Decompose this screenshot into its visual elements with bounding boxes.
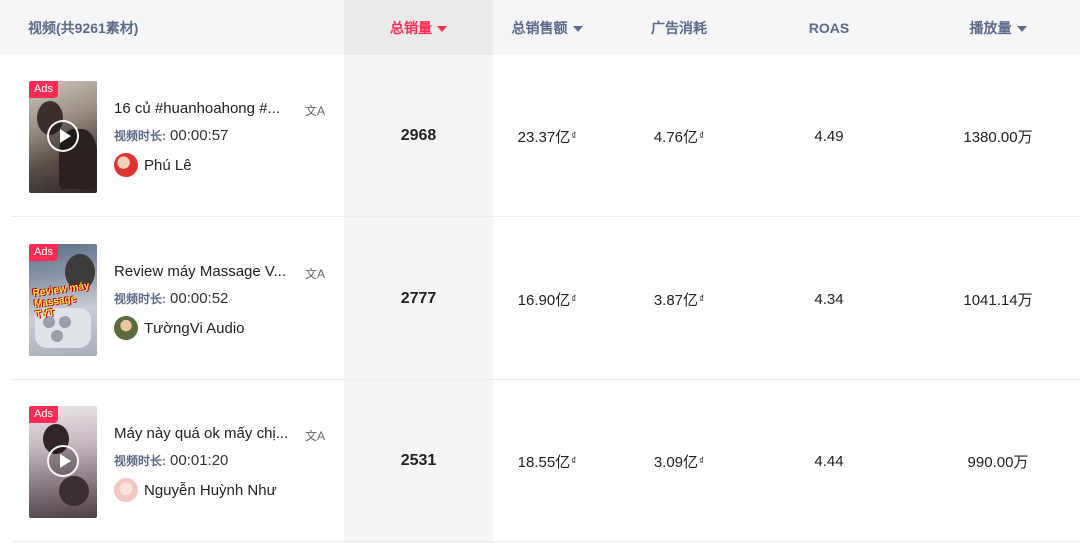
duration-value: 00:00:57 [170, 127, 229, 144]
translate-icon[interactable]: 文A [305, 427, 325, 444]
header-roas-label: ROAS [808, 19, 850, 36]
avatar [114, 478, 138, 502]
ad-spend-cell: 4.76亿 ₫ [625, 55, 733, 217]
header-video-label: 视频(共9261素材) [28, 19, 139, 36]
table-row[interactable]: Ads Review máy Massage TYT Review máy Ma… [0, 218, 1080, 380]
video-title[interactable]: Review máy Massage V... [114, 263, 289, 280]
translate-icon[interactable]: 文A [305, 265, 325, 282]
video-thumbnail[interactable]: Ads [29, 81, 97, 193]
author[interactable]: Nguyễn Huỳnh Như [114, 478, 277, 502]
header-roas: ROAS [775, 0, 883, 55]
revenue-value: 23.37亿 [517, 128, 571, 146]
duration-value: 00:01:20 [170, 452, 229, 469]
dong-currency: ₫ [571, 130, 577, 142]
video-title[interactable]: 16 củ #huanhoahong #... [114, 100, 289, 117]
header-video-count: 视频(共9261素材) [28, 0, 138, 55]
header-ad-spend: 广告消耗 [625, 0, 733, 55]
video-duration: 视频时长: 00:01:20 [114, 452, 228, 469]
play-icon[interactable] [47, 445, 79, 477]
revenue-value: 18.55亿 [517, 453, 571, 471]
ad-spend-value: 3.09亿 [653, 453, 699, 471]
roas-cell: 4.34 [814, 290, 844, 308]
ad-spend-cell: 3.87亿 ₫ [625, 218, 733, 380]
video-thumbnail[interactable]: Ads Review máy Massage TYT [29, 244, 97, 356]
duration-value: 00:00:52 [170, 290, 229, 307]
header-total-sales-label: 总销量 [390, 19, 432, 36]
author-name: TườngVi Audio [144, 319, 245, 337]
video-title[interactable]: Máy này quá ok mấy chị... [114, 425, 289, 442]
views-cell: 990.00万 [967, 453, 1029, 471]
total-sales-cell: 2777 [400, 290, 437, 307]
avatar [114, 316, 138, 340]
translate-icon[interactable]: 文A [305, 102, 325, 119]
ads-badge: Ads [29, 244, 58, 261]
duration-label: 视频时长: [114, 292, 166, 306]
header-ad-spend-label: 广告消耗 [651, 19, 707, 36]
header-total-sales-sort[interactable]: 总销量 [344, 0, 493, 55]
roas-cell: 4.44 [814, 452, 844, 470]
play-icon[interactable] [47, 120, 79, 152]
header-total-revenue-label: 总销售额 [511, 19, 568, 36]
header-total-revenue-sort[interactable]: 总销售额 [493, 0, 601, 55]
duration-label: 视频时长: [114, 454, 166, 468]
total-sales-cell: 2531 [400, 452, 437, 469]
dong-currency: ₫ [571, 455, 577, 467]
header-views-label: 播放量 [969, 19, 1012, 36]
views-cell: 1380.00万 [963, 128, 1033, 146]
total-sales-cell: 2968 [400, 127, 437, 144]
video-thumbnail[interactable]: Ads [29, 406, 97, 518]
revenue-cell: 16.90亿 ₫ [493, 218, 601, 380]
avatar [114, 153, 138, 177]
dong-currency: ₫ [571, 293, 577, 305]
dong-currency: ₫ [699, 293, 705, 305]
dong-currency: ₫ [699, 130, 705, 142]
ad-spend-value: 3.87亿 [653, 291, 699, 309]
dong-currency: ₫ [699, 455, 705, 467]
caret-down-icon [1016, 25, 1027, 32]
caret-down-icon [572, 25, 583, 32]
revenue-value: 16.90亿 [517, 291, 571, 309]
table-header: 视频(共9261素材) 总销量 总销售额 广告消耗 ROAS 播放量 [0, 0, 1080, 55]
ad-spend-cell: 3.09亿 ₫ [625, 380, 733, 542]
video-ranking-table: 视频(共9261素材) 总销量 总销售额 广告消耗 ROAS 播放量 Ads 1… [0, 0, 1080, 543]
table-row[interactable]: Ads Máy này quá ok mấy chị... 文A 视频时长: 00… [0, 380, 1080, 542]
author-name: Nguyễn Huỳnh Như [144, 481, 277, 499]
ad-spend-value: 4.76亿 [653, 128, 699, 146]
video-duration: 视频时长: 00:00:52 [114, 290, 228, 307]
roas-cell: 4.49 [814, 127, 844, 145]
author[interactable]: TườngVi Audio [114, 316, 245, 340]
caret-down-icon [437, 25, 447, 32]
ads-badge: Ads [29, 406, 58, 423]
author-name: Phú Lê [144, 156, 192, 174]
row-divider [12, 216, 1080, 217]
row-divider [12, 541, 1080, 542]
revenue-cell: 18.55亿 ₫ [493, 380, 601, 542]
video-duration: 视频时长: 00:00:57 [114, 127, 228, 144]
duration-label: 视频时长: [114, 129, 166, 143]
header-views-sort[interactable]: 播放量 [944, 0, 1052, 55]
revenue-cell: 23.37亿 ₫ [493, 55, 601, 217]
views-cell: 1041.14万 [963, 291, 1033, 309]
table-row[interactable]: Ads 16 củ #huanhoahong #... 文A 视频时长: 00:0… [0, 55, 1080, 217]
ads-badge: Ads [29, 81, 58, 98]
author[interactable]: Phú Lê [114, 153, 192, 177]
